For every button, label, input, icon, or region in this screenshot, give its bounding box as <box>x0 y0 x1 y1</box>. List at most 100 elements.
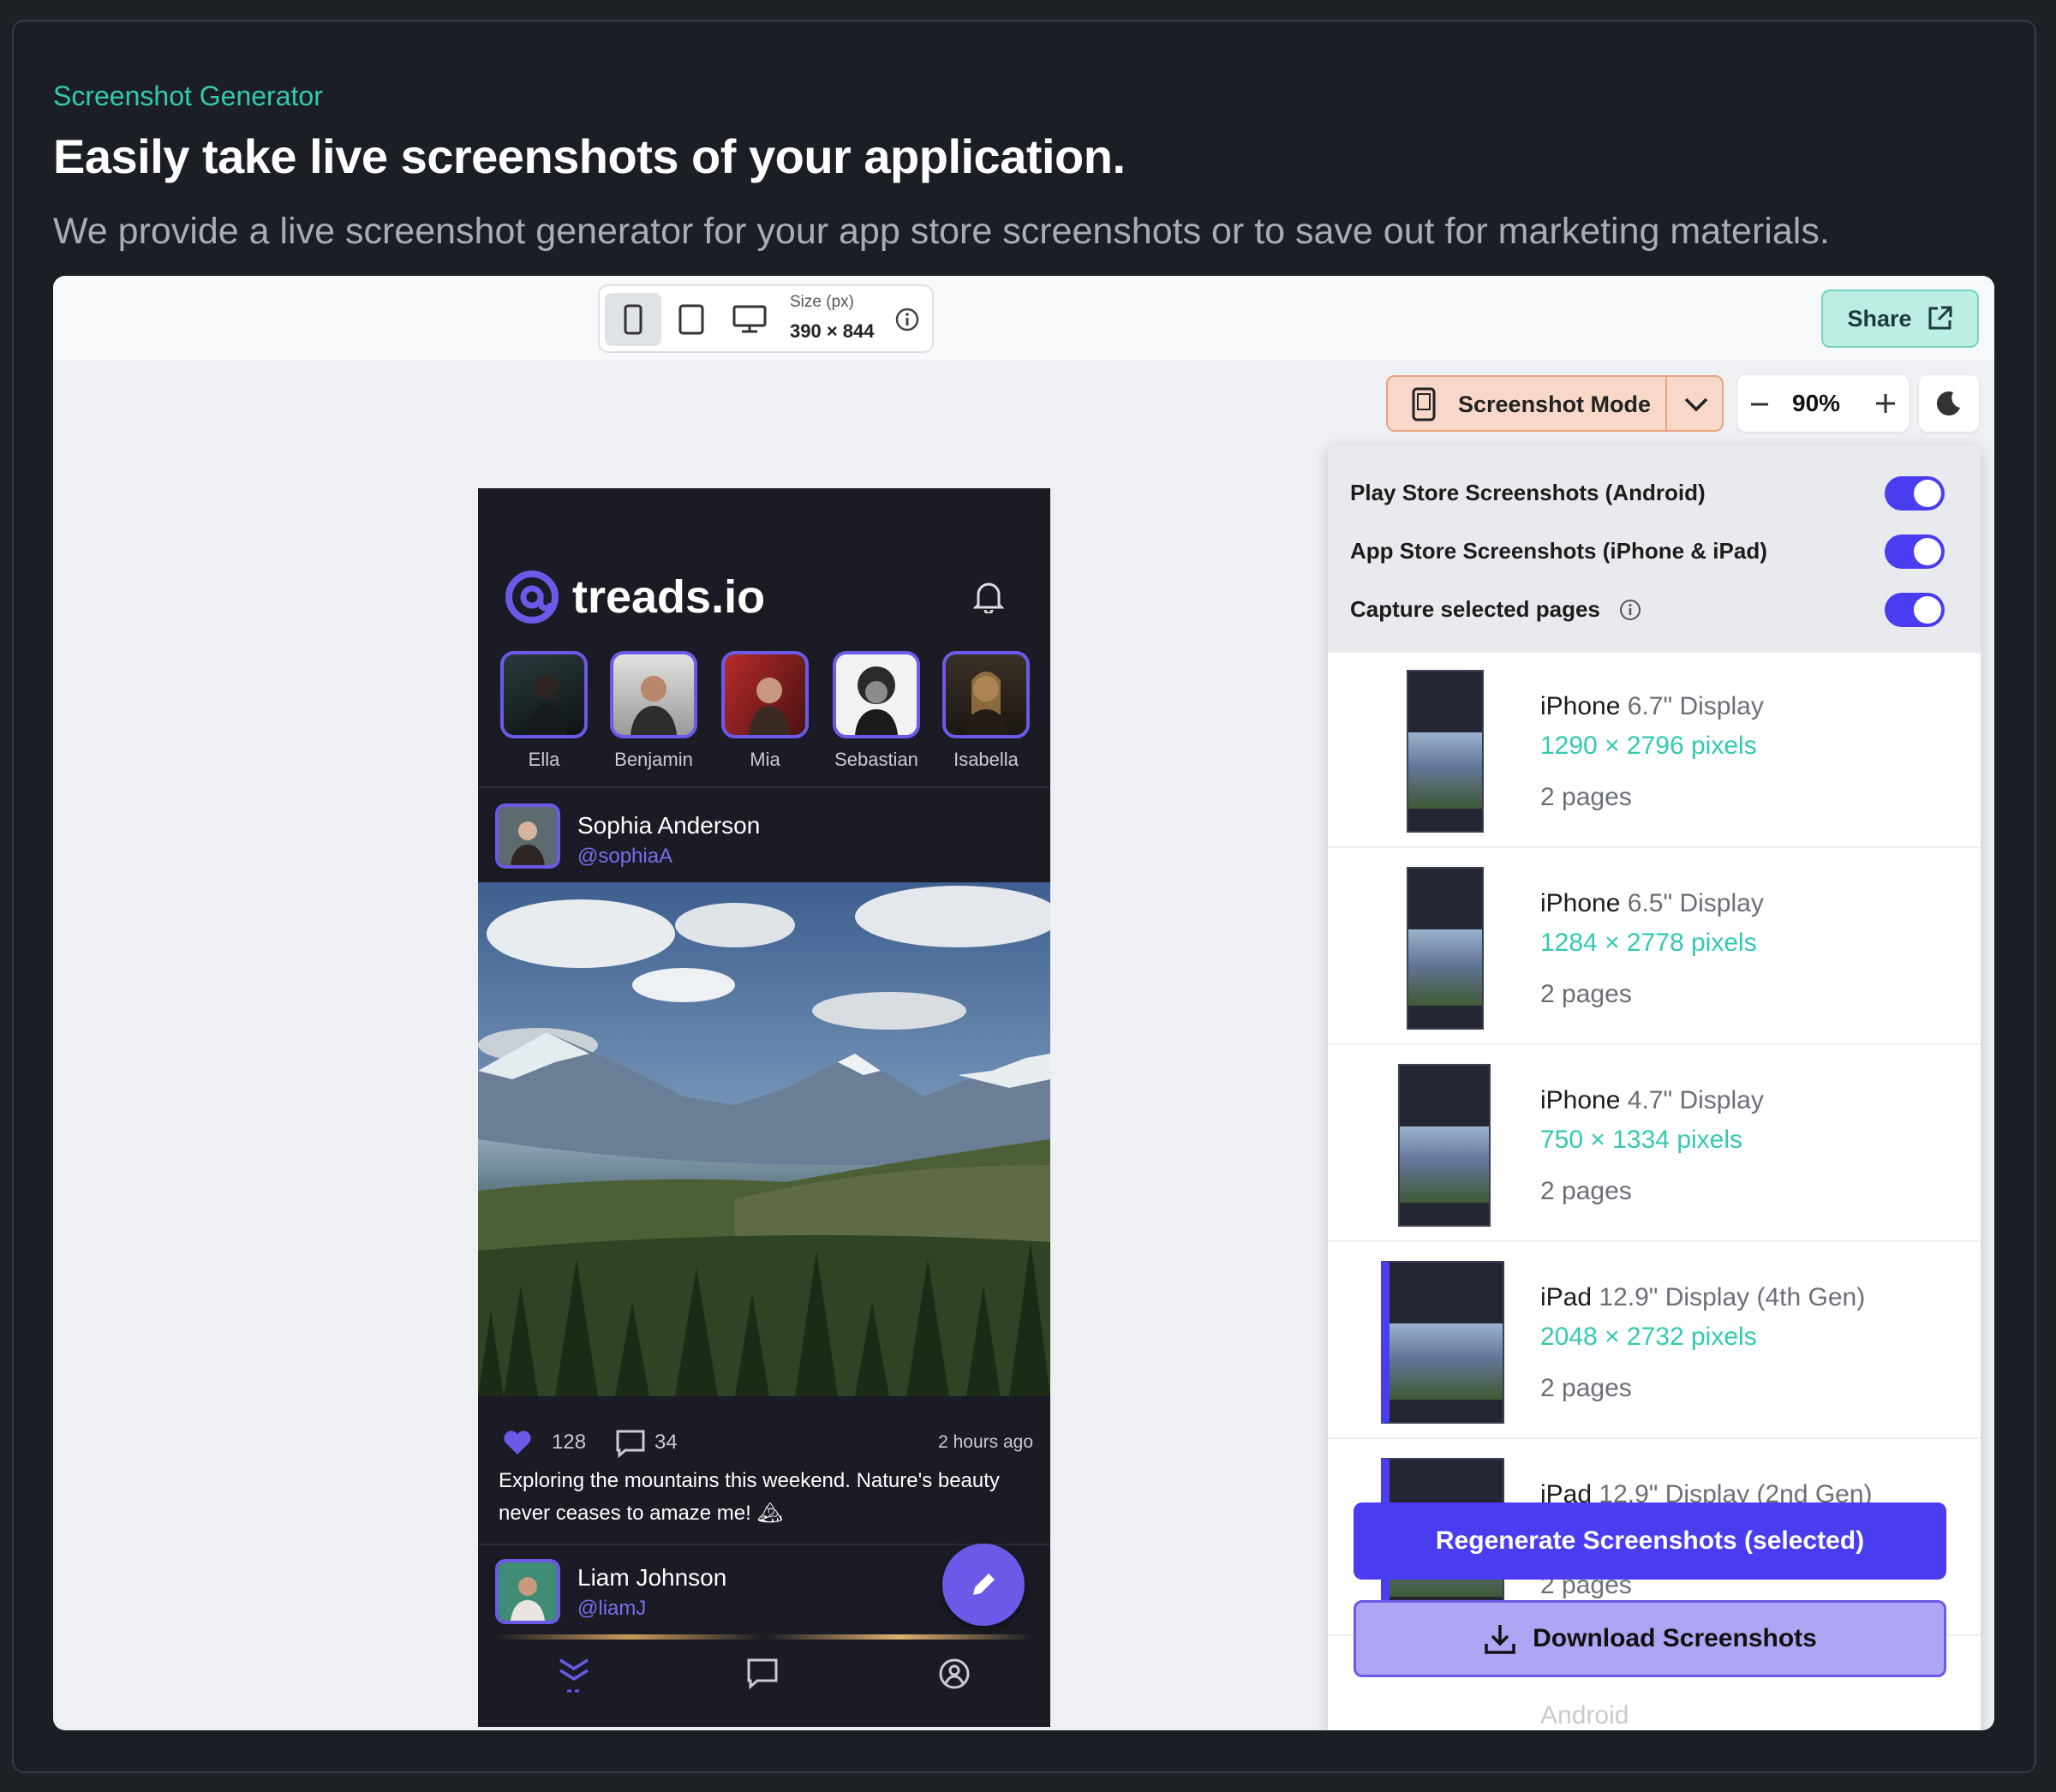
phone-icon <box>624 304 642 335</box>
screenshot-thumbnail <box>1398 1064 1491 1227</box>
comment-count: 34 <box>654 1431 678 1454</box>
comment-icon[interactable] <box>615 1429 646 1458</box>
story-benjamin[interactable]: Benjamin <box>607 651 701 771</box>
app-logo: treads.io <box>504 569 765 625</box>
device-pixels: 1290 × 2796 pixels <box>1540 732 1757 760</box>
device-row-iphone-47[interactable]: iPhone 4.7" Display 750 × 1334 pixels 2 … <box>1328 1047 1981 1242</box>
avatar <box>500 651 588 738</box>
phone-preview: treads.io Ella Benjamin Mia Sebastian Is… <box>478 488 1050 1727</box>
play-store-toggle[interactable] <box>1885 476 1945 511</box>
post-author-avatar[interactable] <box>495 803 560 869</box>
screenshot-thumbnail <box>1381 1261 1504 1424</box>
device-pixels: 2048 × 2732 pixels <box>1540 1323 1757 1351</box>
bottom-navigation <box>478 1640 1050 1727</box>
tablet-icon <box>678 304 704 335</box>
plus-icon[interactable] <box>1874 392 1897 415</box>
info-icon[interactable] <box>894 307 920 332</box>
app-brand-name: treads.io <box>572 571 766 623</box>
android-group-label: Android <box>1540 1701 1629 1729</box>
phone-mode-icon <box>1412 387 1436 421</box>
size-caption: Size (px) <box>790 293 854 311</box>
story-sebastian[interactable]: Sebastian <box>829 651 923 771</box>
download-label: Download Screenshots <box>1533 1624 1817 1652</box>
pencil-icon <box>973 1574 995 1595</box>
messages-tab-icon[interactable] <box>745 1657 780 1691</box>
toggle-label-selected-pages: Capture selected pages <box>1350 596 1641 623</box>
moon-icon <box>1936 391 1960 416</box>
screenshot-thumbnail <box>1407 867 1484 1030</box>
info-icon[interactable] <box>1619 599 1641 621</box>
device-title: iPhone 6.5" Display <box>1540 889 1764 917</box>
regenerate-screenshots-button[interactable]: Regenerate Screenshots (selected) <box>1354 1502 1946 1580</box>
device-size-switcher: Size (px) 390 × 844 <box>598 284 934 353</box>
post-author-name[interactable]: Sophia Anderson <box>577 812 760 839</box>
like-count: 128 <box>552 1431 587 1454</box>
section-headline: Easily take live screenshots of your app… <box>53 129 1126 183</box>
post-author-handle[interactable]: @liamJ <box>577 1597 646 1621</box>
device-row-iphone-67[interactable]: iPhone 6.7" Display 1290 × 2796 pixels 2… <box>1328 653 1981 848</box>
story-mia[interactable]: Mia <box>718 651 812 771</box>
story-name: Sebastian <box>834 749 918 770</box>
post-stats: 128 34 2 hours ago <box>502 1425 1033 1460</box>
bell-icon[interactable] <box>973 579 1004 613</box>
phone-device-button[interactable] <box>605 293 661 346</box>
feed-tab-icon[interactable] <box>557 1655 591 1696</box>
device-row-ipad-4th-gen[interactable]: iPad 12.9" Display (4th Gen) 2048 × 2732… <box>1328 1244 1981 1439</box>
device-page-count: 2 pages <box>1540 980 1632 1008</box>
device-title: iPad 12.9" Display (4th Gen) <box>1540 1283 1866 1311</box>
share-button[interactable]: Share <box>1821 290 1979 348</box>
screenshot-generator-preview: Size (px) 390 × 844 Share Screenshot Mod… <box>53 276 1994 1730</box>
compose-button[interactable] <box>942 1544 1025 1626</box>
avatar <box>721 651 809 738</box>
toggle-label-play-store: Play Store Screenshots (Android) <box>1350 480 1706 505</box>
profile-tab-icon[interactable] <box>937 1657 971 1691</box>
top-toolbar: Size (px) 390 × 844 Share <box>53 276 1994 360</box>
screenshot-thumbnail <box>1407 670 1484 833</box>
post-image[interactable] <box>478 882 1050 1396</box>
screenshot-toggles: Play Store Screenshots (Android) App Sto… <box>1328 445 1981 653</box>
device-row-iphone-65[interactable]: iPhone 6.5" Display 1284 × 2778 pixels 2… <box>1328 850 1981 1045</box>
share-label: Share <box>1847 305 1912 332</box>
post-timestamp: 2 hours ago <box>938 1432 1033 1452</box>
minus-icon[interactable] <box>1749 394 1770 415</box>
section-eyebrow: Screenshot Generator <box>53 81 323 111</box>
heart-icon[interactable] <box>502 1429 533 1456</box>
external-link-icon <box>1928 306 1952 330</box>
screenshot-options-panel: Play Store Screenshots (Android) App Sto… <box>1328 445 1981 1730</box>
app-store-toggle[interactable] <box>1885 535 1945 569</box>
story-name: Isabella <box>953 749 1019 770</box>
desktop-device-button[interactable] <box>721 293 778 346</box>
screenshot-mode-label: Screenshot Mode <box>1458 391 1652 417</box>
chevron-down-icon[interactable] <box>1682 392 1710 416</box>
toggle-label-app-store: App Store Screenshots (iPhone & iPad) <box>1350 538 1767 564</box>
device-title: iPhone 6.7" Display <box>1540 692 1764 720</box>
zoom-control: 90% <box>1737 375 1909 432</box>
device-title: iPhone 4.7" Display <box>1540 1086 1764 1114</box>
device-page-count: 2 pages <box>1540 1374 1632 1402</box>
story-ella[interactable]: Ella <box>497 651 591 771</box>
avatar <box>833 651 920 738</box>
tablet-device-button[interactable] <box>663 293 720 346</box>
divider <box>478 1544 1050 1545</box>
device-page-count: 2 pages <box>1540 783 1632 811</box>
theme-toggle-button[interactable] <box>1919 375 1979 432</box>
size-value: 390 × 844 <box>790 320 875 342</box>
device-pixels: 750 × 1334 pixels <box>1540 1126 1743 1154</box>
post-caption: Exploring the mountains this weekend. Na… <box>499 1469 1000 1525</box>
selected-pages-toggle[interactable] <box>1885 593 1945 627</box>
download-icon <box>1485 1625 1515 1654</box>
post-author-handle[interactable]: @sophiaA <box>577 845 672 869</box>
screenshot-mode-dropdown[interactable]: Screenshot Mode <box>1386 375 1724 432</box>
post-author-name[interactable]: Liam Johnson <box>577 1564 726 1592</box>
desktop-icon <box>732 305 767 333</box>
device-pixels: 1284 × 2778 pixels <box>1540 929 1757 957</box>
story-isabella[interactable]: Isabella <box>939 651 1033 771</box>
divider <box>478 786 1050 788</box>
download-screenshots-button[interactable]: Download Screenshots <box>1354 1600 1946 1677</box>
avatar <box>610 651 697 738</box>
at-sign-icon <box>505 570 559 624</box>
story-name: Benjamin <box>614 749 693 770</box>
post-author-avatar[interactable] <box>495 1559 560 1624</box>
avatar <box>942 651 1030 738</box>
story-name: Mia <box>750 749 780 770</box>
